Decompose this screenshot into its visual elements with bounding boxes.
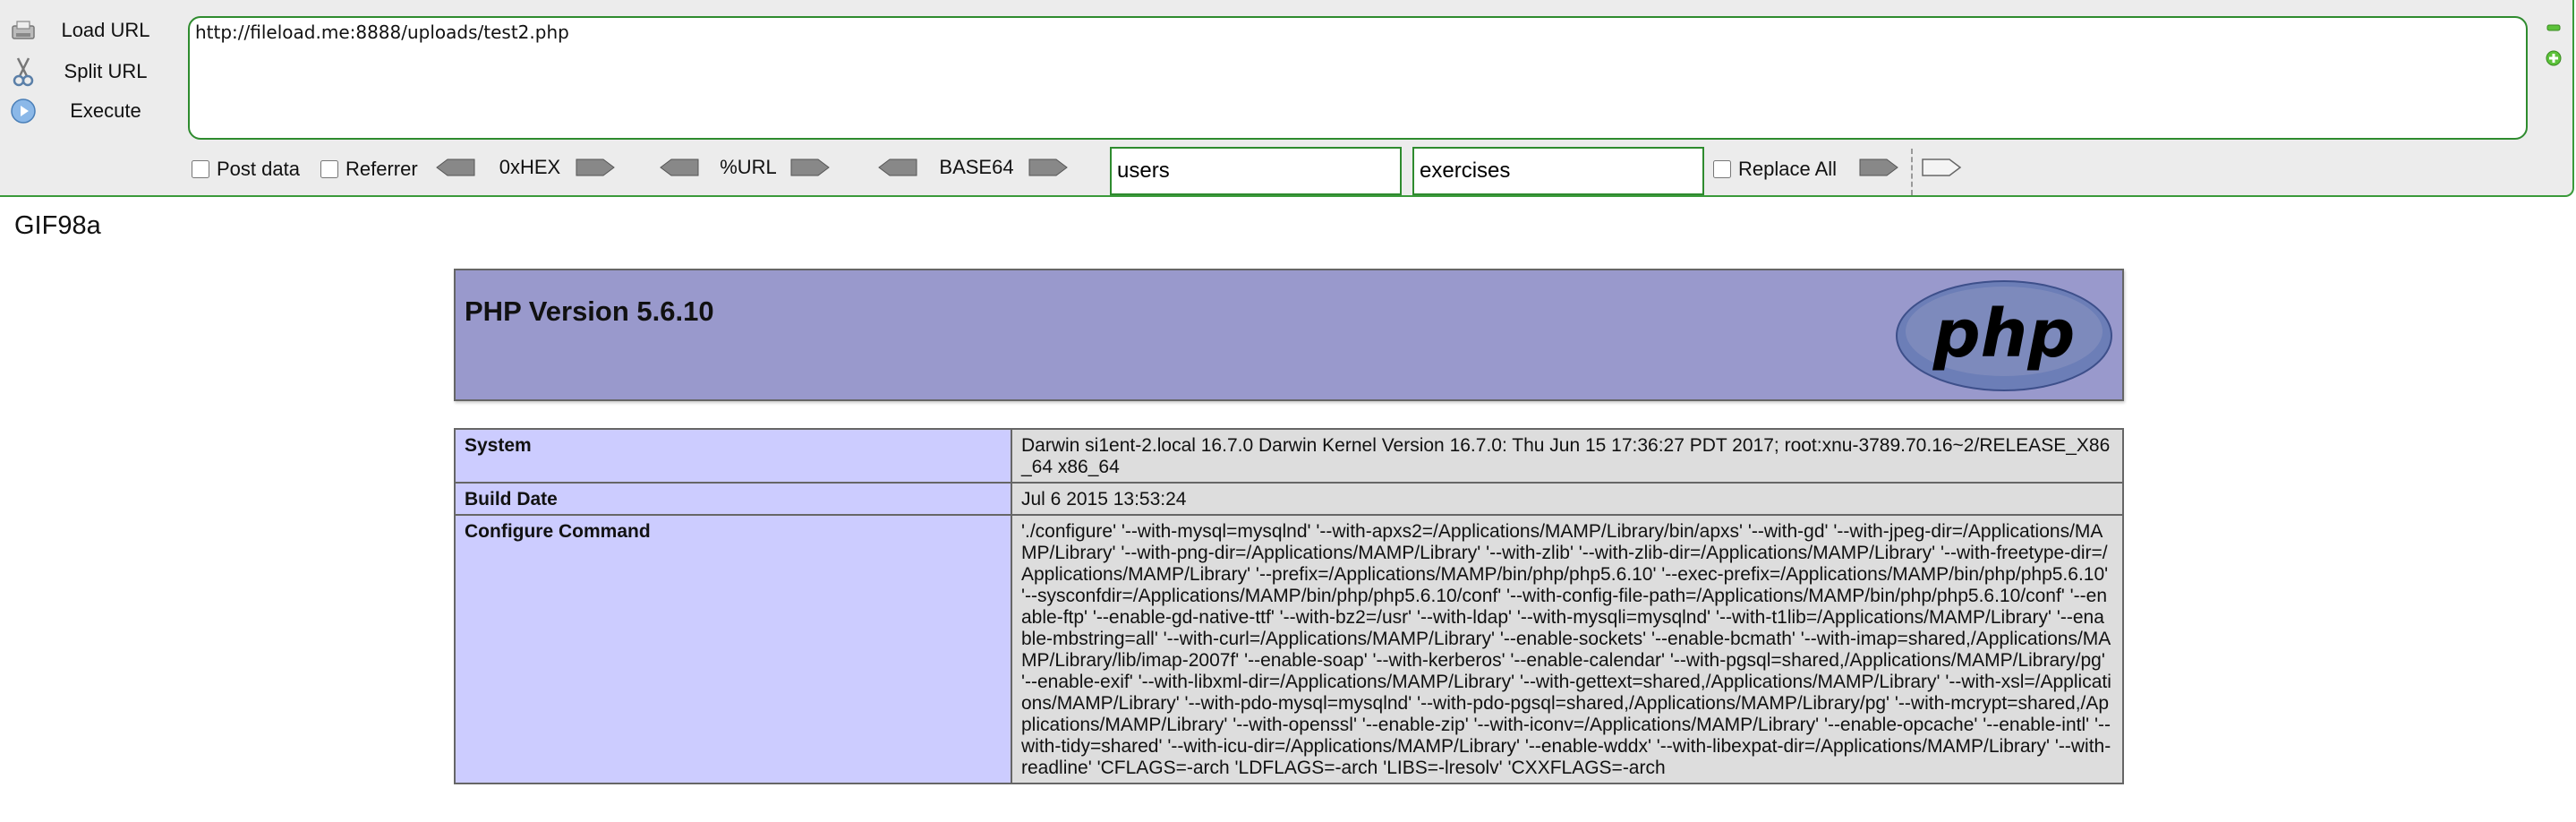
php-logo-icon: php (1896, 280, 2112, 391)
decrease-size-button[interactable] (2544, 18, 2563, 38)
browser-viewport: Load URL Split URL Execute http://filelo… (0, 0, 2576, 822)
url-encode-label: %URL (720, 156, 777, 178)
replace-all-label: Replace All (1738, 158, 1838, 180)
base64-label: BASE64 (939, 156, 1014, 178)
row-key: System (454, 428, 1012, 484)
table-row: System Darwin si1ent-2.local 16.7.0 Darw… (454, 428, 2124, 484)
php-logo-text: php (1932, 295, 2076, 372)
post-data-label: Post data (217, 158, 300, 180)
php-info-table: System Darwin si1ent-2.local 16.7.0 Darw… (454, 428, 2124, 784)
row-value: Darwin si1ent-2.local 16.7.0 Darwin Kern… (1011, 428, 2124, 484)
hackbar-options-row: Post data Referrer 0xHEX %URL BASE64 use… (188, 147, 2551, 197)
find-input[interactable] (1110, 147, 1402, 195)
execute-button[interactable]: Execute (7, 93, 177, 129)
base64-encode-arrow-icon[interactable] (1028, 156, 1069, 179)
load-url-icon (7, 14, 39, 47)
referrer-checkbox[interactable]: Referrer (320, 158, 418, 181)
php-version-header: PHP Version 5.6.10 php (454, 269, 2124, 401)
post-data-check[interactable] (192, 160, 209, 178)
row-key: Configure Command (454, 514, 1012, 784)
scissors-icon (7, 56, 39, 88)
split-url-label: Split URL (64, 60, 148, 82)
replace-input[interactable] (1412, 147, 1704, 195)
php-version-title: PHP Version 5.6.10 (465, 295, 714, 327)
replace-arrow-icon[interactable] (1858, 156, 1899, 179)
referrer-check[interactable] (320, 160, 338, 178)
plus-icon (2546, 50, 2562, 66)
extra-arrow-icon[interactable] (1921, 156, 1962, 179)
row-value: Jul 6 2015 13:53:24 (1011, 482, 2124, 516)
play-icon (7, 95, 39, 127)
load-url-label: Load URL (61, 19, 150, 41)
table-row: Configure Command './configure' '--with-… (454, 514, 2124, 784)
row-key: Build Date (454, 482, 1012, 516)
toolbar-divider (1911, 149, 1913, 195)
url-decode-arrow-icon[interactable] (659, 156, 700, 179)
replace-all-check[interactable] (1713, 160, 1731, 178)
minus-icon (2546, 24, 2561, 31)
referrer-label: Referrer (345, 158, 418, 180)
replace-all-checkbox[interactable]: Replace All (1713, 158, 1837, 181)
hex-decode-arrow-icon[interactable] (435, 156, 476, 179)
increase-size-button[interactable] (2544, 48, 2563, 68)
table-row: Build Date Jul 6 2015 13:53:24 (454, 482, 2124, 516)
gif-header-text: GIF98a (14, 211, 101, 240)
split-url-button[interactable]: Split URL (7, 54, 177, 90)
row-value: './configure' '--with-mysql=mysqlnd' '--… (1011, 514, 2124, 784)
url-encode-arrow-icon[interactable] (789, 156, 831, 179)
load-url-button[interactable]: Load URL (7, 13, 177, 48)
post-data-checkbox[interactable]: Post data (192, 158, 300, 181)
url-input[interactable]: http://fileload.me:8888/uploads/test2.ph… (188, 16, 2528, 140)
base64-decode-arrow-icon[interactable] (877, 156, 918, 179)
execute-label: Execute (70, 99, 141, 122)
hex-encode-arrow-icon[interactable] (575, 156, 616, 179)
hex-label: 0xHEX (499, 156, 561, 178)
hackbar-toolbar: Load URL Split URL Execute http://filelo… (0, 0, 2574, 197)
